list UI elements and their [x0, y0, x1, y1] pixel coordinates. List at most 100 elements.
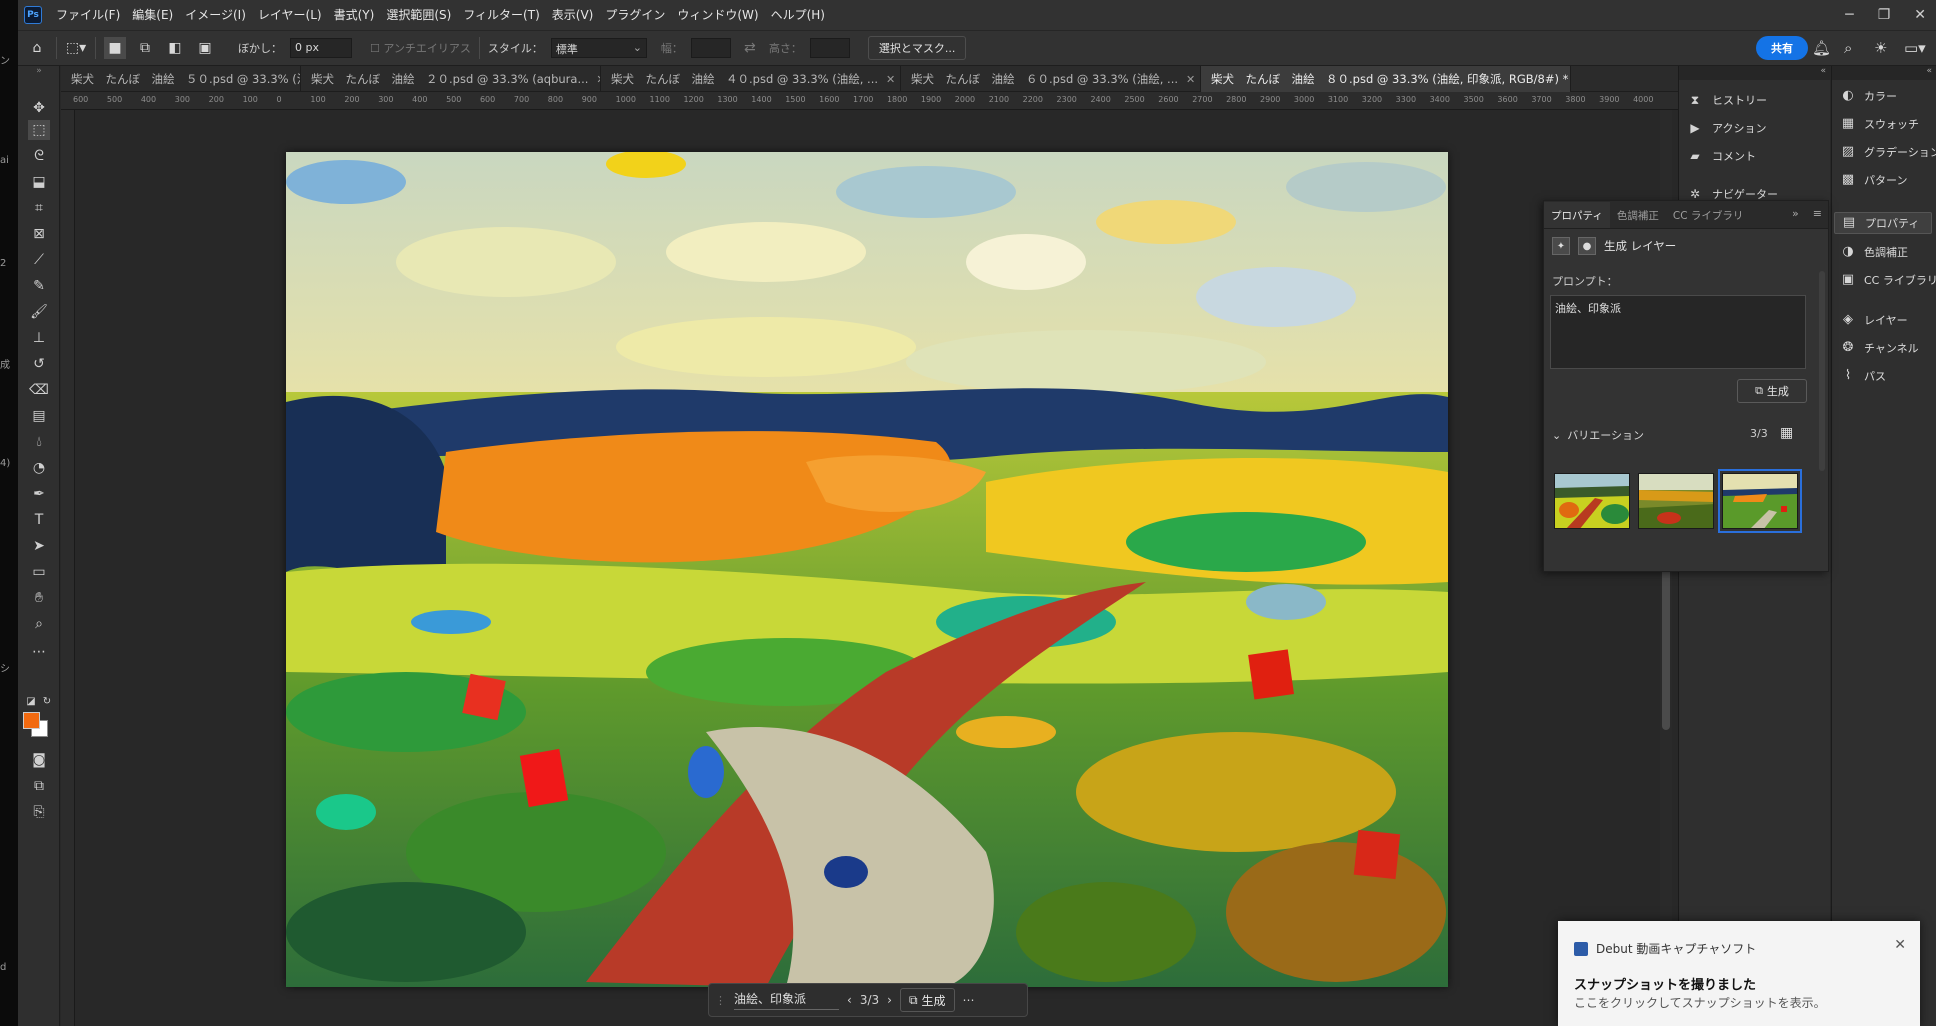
taskbar-generate-button[interactable]: ⧉ 生成: [899, 988, 955, 1012]
object-select-tool-icon[interactable]: ⬓: [28, 172, 50, 192]
add-selection-icon[interactable]: ⧉: [134, 37, 156, 59]
menu-window[interactable]: ウィンドウ(W): [671, 0, 764, 30]
restore-icon[interactable]: ❐: [1878, 7, 1891, 23]
variation-thumbnail[interactable]: [1638, 473, 1714, 529]
variation-thumbnail-selected[interactable]: [1718, 469, 1802, 533]
menu-edit[interactable]: 編集(E): [126, 0, 179, 30]
select-and-mask-button[interactable]: 選択とマスク...: [867, 36, 967, 60]
variation-thumbnail[interactable]: [1554, 473, 1630, 529]
expand-icon[interactable]: »: [1792, 207, 1799, 220]
gradient-tool-icon[interactable]: ▤: [28, 406, 50, 426]
marquee-preset-icon[interactable]: ⬚▾: [65, 37, 87, 59]
bell-icon[interactable]: 🔔︎: [1812, 39, 1831, 57]
frame-tool-icon[interactable]: ⊠: [28, 224, 50, 244]
history-brush-icon[interactable]: ↺: [28, 354, 50, 374]
foreground-color-swatch[interactable]: [23, 712, 40, 729]
close-icon[interactable]: ✕: [1186, 73, 1195, 86]
feather-input[interactable]: 0 px: [290, 38, 352, 58]
more-tools-icon[interactable]: ⋯: [28, 642, 50, 662]
prompt-textarea[interactable]: 油絵、印象派: [1550, 295, 1806, 369]
hand-tool-icon[interactable]: ✋︎: [28, 588, 50, 608]
panel-properties[interactable]: ▤ プロパティ: [1834, 212, 1932, 234]
path-select-tool-icon[interactable]: ➤: [28, 536, 50, 556]
home-icon[interactable]: ⌂: [26, 37, 48, 59]
swap-colors-icon[interactable]: ↻: [36, 692, 58, 712]
panel-color[interactable]: ◐ カラー: [1840, 88, 1897, 104]
panel-adjustments[interactable]: ◑ 色調補正: [1840, 244, 1908, 260]
more-options-button[interactable]: ⋯: [963, 993, 975, 1007]
menu-file[interactable]: ファイル(F): [50, 0, 126, 30]
quick-mask-icon[interactable]: ◙: [28, 750, 50, 770]
previous-variation-icon[interactable]: ‹: [847, 993, 852, 1007]
menu-filter[interactable]: フィルター(T): [457, 0, 545, 30]
panel-actions[interactable]: ▶ アクション: [1688, 120, 1766, 136]
menu-icon[interactable]: ≡: [1813, 207, 1822, 220]
panel-swatches[interactable]: ▦ スウォッチ: [1840, 116, 1919, 132]
antialias-checkbox[interactable]: ☐ アンチエイリアス: [370, 40, 471, 56]
move-tool-icon[interactable]: ✥: [28, 98, 50, 118]
generate-image-icon[interactable]: ⎘: [28, 802, 50, 822]
menu-plugins[interactable]: プラグイン: [599, 0, 671, 30]
close-icon[interactable]: ✕: [1914, 7, 1926, 23]
healing-brush-icon[interactable]: ✎: [28, 276, 50, 296]
panel-paths[interactable]: ⌇ パス: [1840, 368, 1886, 384]
close-icon[interactable]: ✕: [1894, 937, 1906, 953]
menu-select[interactable]: 選択範囲(S): [380, 0, 457, 30]
document-tab[interactable]: 柴犬 たんぼ 油絵 ４０.psd @ 33.3% (油絵, ... ✕: [601, 66, 901, 92]
panel-channels[interactable]: ❂ チャンネル: [1840, 340, 1919, 356]
blur-tool-icon[interactable]: 💧︎: [28, 432, 50, 452]
menu-help[interactable]: ヘルプ(H): [765, 0, 831, 30]
dodge-tool-icon[interactable]: ◔: [28, 458, 50, 478]
collapse-icon[interactable]: «: [1679, 66, 1830, 80]
height-input[interactable]: [809, 38, 850, 58]
generate-button[interactable]: ⧉ 生成: [1737, 379, 1807, 403]
tab-adjustments[interactable]: 色調補正: [1610, 202, 1666, 228]
document-tab-active[interactable]: 柴犬 たんぼ 油絵 ８０.psd @ 33.3% (油絵, 印象派, RGB/8…: [1201, 66, 1571, 92]
menu-image[interactable]: イメージ(I): [179, 0, 252, 30]
document-tab[interactable]: 柴犬 たんぼ 油絵 ６０.psd @ 33.3% (油絵, ... ✕: [901, 66, 1201, 92]
eraser-tool-icon[interactable]: ⌫: [28, 380, 50, 400]
style-select[interactable]: 標準 ⌄: [550, 38, 647, 58]
drag-handle-icon[interactable]: ⋮: [715, 994, 726, 1007]
stamp-tool-icon[interactable]: ⊥: [28, 328, 50, 348]
panel-comments[interactable]: ▰ コメント: [1688, 148, 1756, 164]
canvas-image[interactable]: [286, 152, 1448, 987]
intersect-selection-icon[interactable]: ▣: [194, 37, 216, 59]
share-button[interactable]: 共有: [1756, 36, 1808, 60]
panel-scrollbar[interactable]: [1819, 271, 1825, 471]
mask-icon[interactable]: ●: [1578, 237, 1596, 255]
tab-cc-libraries[interactable]: CC ライブラリ: [1666, 202, 1751, 228]
panel-history[interactable]: ⧗ ヒストリー: [1688, 92, 1767, 108]
notification-toast[interactable]: Debut 動画キャプチャソフト ✕ スナップショットを撮りました ここをクリッ…: [1558, 921, 1920, 1026]
search-icon[interactable]: ⌕: [1844, 39, 1852, 57]
scrollbar-thumb[interactable]: [1662, 560, 1670, 730]
discover-icon[interactable]: ☀: [1874, 39, 1887, 57]
crop-tool-icon[interactable]: ⌗: [28, 198, 50, 218]
close-icon[interactable]: ✕: [886, 73, 895, 86]
width-input[interactable]: [690, 38, 731, 58]
marquee-tool-icon[interactable]: ⬚: [28, 120, 50, 140]
document-tab[interactable]: 柴犬 たんぼ 油絵 ５０.psd @ 33.3% (油絵, ...✕: [61, 66, 301, 92]
menu-view[interactable]: 表示(V): [546, 0, 600, 30]
brush-tool-icon[interactable]: 🖌︎: [28, 302, 50, 322]
subtract-selection-icon[interactable]: ◧: [164, 37, 186, 59]
menu-type[interactable]: 書式(Y): [328, 0, 381, 30]
tab-properties[interactable]: プロパティ: [1544, 202, 1610, 228]
panel-patterns[interactable]: ▩ パターン: [1840, 172, 1908, 188]
pen-tool-icon[interactable]: ✒: [28, 484, 50, 504]
rectangle-tool-icon[interactable]: ▭: [28, 562, 50, 582]
minimize-icon[interactable]: ─: [1845, 7, 1853, 23]
panel-libraries[interactable]: ▣ CC ライブラリ: [1840, 272, 1936, 288]
collapse-icon[interactable]: «: [1832, 66, 1936, 80]
menu-layer[interactable]: レイヤー(L): [252, 0, 328, 30]
photoshop-logo-icon[interactable]: Ps: [24, 6, 42, 24]
collapse-icon[interactable]: »: [28, 66, 50, 76]
eyedropper-tool-icon[interactable]: ⟋: [28, 250, 50, 270]
workspace-icon[interactable]: ▭▾: [1904, 39, 1926, 57]
grid-view-icon[interactable]: ▦: [1780, 425, 1793, 441]
taskbar-prompt-input[interactable]: 油絵、印象派: [734, 990, 839, 1010]
document-tab[interactable]: 柴犬 たんぼ 油絵 ２０.psd @ 33.3% (aqbura...✕: [301, 66, 601, 92]
swap-icon[interactable]: ⇄: [739, 37, 761, 59]
variations-header[interactable]: ⌄ バリエーション: [1552, 427, 1810, 443]
new-selection-icon[interactable]: ■: [104, 37, 126, 59]
